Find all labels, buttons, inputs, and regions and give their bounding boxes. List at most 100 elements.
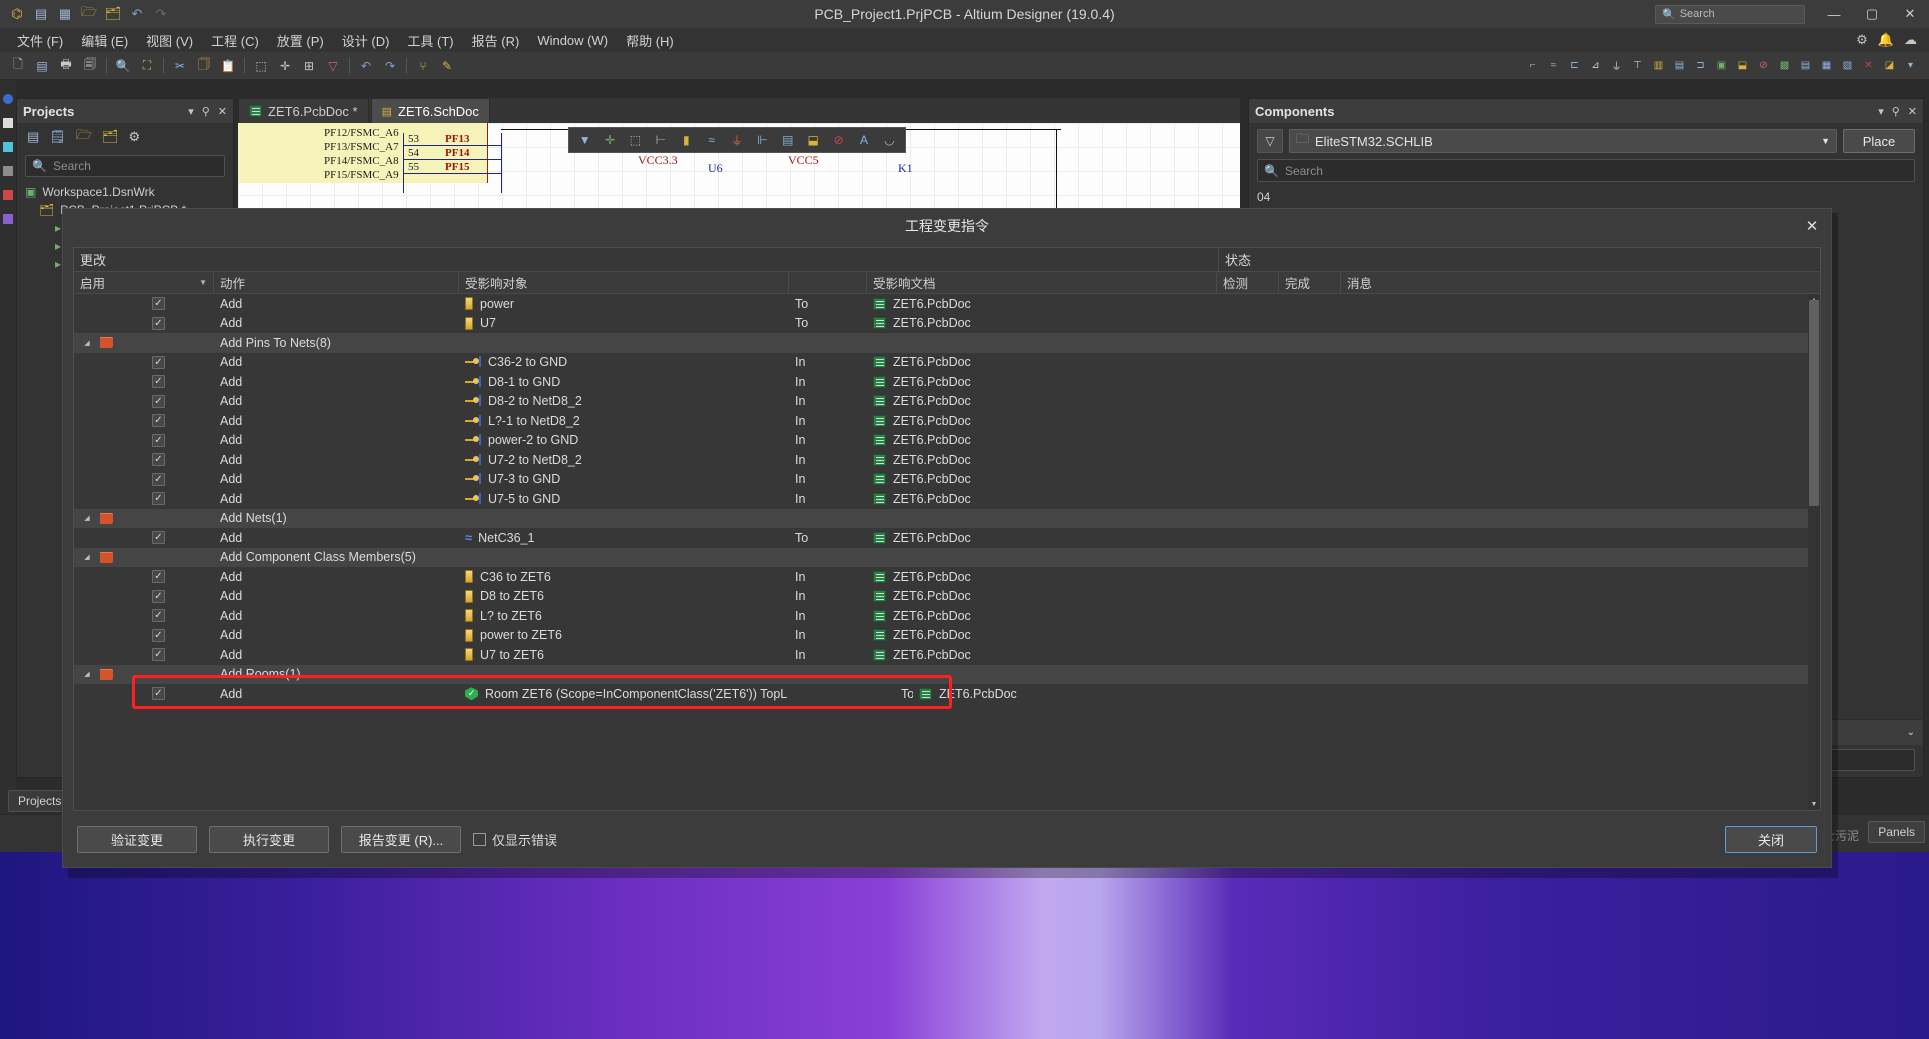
column-header-enable[interactable]: 启用 ▼ [74, 272, 214, 293]
row-checkbox[interactable]: ✓ [152, 433, 165, 447]
group-expand-cell[interactable]: ◢ [74, 548, 214, 568]
chevron-down-icon[interactable]: ⌄ [1907, 727, 1915, 738]
table-group-row[interactable]: ◢ Add Rooms(1) [74, 664, 1820, 684]
print-icon[interactable]: 🖶 [54, 55, 78, 77]
gnd-icon[interactable]: ⏚ [725, 130, 748, 150]
row-checkbox[interactable]: ✓ [152, 492, 165, 506]
close-panel-icon[interactable]: ✕ [1908, 105, 1917, 118]
compile-icon[interactable]: ▦ [1816, 56, 1837, 76]
panel-menu-icon[interactable]: ▾ [1878, 105, 1884, 118]
print-preview-icon[interactable]: 🗐 [78, 55, 102, 77]
save-project-icon[interactable]: ▤ [27, 129, 39, 145]
collapse-caret-icon[interactable]: ◢ [80, 514, 94, 522]
no-erc-icon[interactable]: ⊘ [1753, 56, 1774, 76]
row-enable-cell[interactable]: ✓ [74, 450, 214, 470]
filter-icon[interactable]: ▼ [573, 130, 596, 150]
row-enable-cell[interactable]: ✓ [74, 606, 214, 626]
table-row[interactable]: ✓ Add power to ZET6 In ZET6.PcbDoc [74, 626, 1820, 646]
dialog-close-icon[interactable]: ✕ [1801, 215, 1823, 237]
configure-project-icon[interactable]: 🗂 [102, 129, 119, 145]
row-checkbox[interactable]: ✓ [152, 570, 165, 584]
delete-icon[interactable]: ✕ [1858, 56, 1879, 76]
row-enable-cell[interactable]: ✓ [74, 587, 214, 607]
close-window-button[interactable]: ✕ [1891, 0, 1929, 28]
port-icon[interactable]: ⬓ [802, 130, 825, 150]
place-part-icon[interactable]: ▥ [1648, 56, 1669, 76]
row-enable-cell[interactable]: ✓ [74, 528, 214, 548]
row-checkbox[interactable]: ✓ [152, 355, 165, 369]
save-icon[interactable]: ▤ [30, 55, 54, 77]
minimize-button[interactable]: — [1815, 0, 1853, 28]
wire-icon[interactable]: ⌐ [1522, 56, 1543, 76]
table-row[interactable]: ✓ Add U7-2 to NetD8_2 In ZET6.PcbDoc [74, 450, 1820, 470]
column-header-affected-document[interactable]: 受影响文档 [867, 272, 1217, 293]
menu-file[interactable]: 文件 (F) [8, 29, 72, 52]
arc-icon[interactable]: ◡ [878, 130, 901, 150]
table-row[interactable]: ✓ Add D8-1 to GND In ZET6.PcbDoc [74, 372, 1820, 392]
table-row[interactable]: ✓ Add U7-3 to GND In ZET6.PcbDoc [74, 470, 1820, 490]
menu-view[interactable]: 视图 (V) [137, 29, 202, 52]
grid-rows-container[interactable]: ✓ Add power To ZET6.PcbDoc ✓ Add U7 To Z… [74, 294, 1820, 810]
save-icon[interactable]: ▤ [30, 3, 52, 25]
collapse-caret-icon[interactable]: ◢ [80, 339, 94, 347]
menu-design[interactable]: 设计 (D) [333, 29, 399, 52]
menu-window[interactable]: Window (W) [528, 31, 617, 50]
open-icon[interactable]: 🗁 [78, 3, 100, 25]
settings-gear-icon[interactable]: ⚙ [128, 129, 140, 145]
row-enable-cell[interactable]: ✓ [74, 411, 214, 431]
toolbar-dropdown-icon[interactable]: ▾ [1900, 56, 1921, 76]
table-row[interactable]: ✓ Add D8-2 to NetD8_2 In ZET6.PcbDoc [74, 392, 1820, 412]
undo-icon[interactable]: ↶ [126, 3, 148, 25]
row-checkbox[interactable]: ✓ [152, 414, 165, 428]
group-expand-cell[interactable]: ◢ [74, 509, 214, 529]
signal-harness-icon[interactable]: ⊏ [1564, 56, 1585, 76]
move-icon[interactable]: ✛ [273, 55, 297, 77]
projects-search-input[interactable]: 🔍 Search [25, 155, 225, 177]
row-checkbox[interactable]: ✓ [152, 648, 165, 662]
column-header-affected-object[interactable]: 受影响对象 [459, 272, 789, 293]
execute-changes-button[interactable]: 执行变更 [209, 825, 329, 853]
clear-filter-icon[interactable]: ▽ [321, 55, 345, 77]
altium-logo-icon[interactable]: ⌬ [6, 3, 28, 25]
column-header-done[interactable]: 完成 [1279, 272, 1341, 293]
cut-icon[interactable]: ✂ [168, 55, 192, 77]
row-checkbox[interactable]: ✓ [152, 609, 165, 623]
row-enable-cell[interactable]: ✓ [74, 431, 214, 451]
menu-edit[interactable]: 编辑 (E) [72, 29, 137, 52]
table-row[interactable]: ✓ Add power To ZET6.PcbDoc [74, 294, 1820, 314]
copy-icon[interactable]: 🗍 [192, 55, 216, 77]
column-header-message[interactable]: 消息 [1341, 272, 1820, 293]
row-checkbox[interactable]: ✓ [152, 297, 165, 311]
vcc-power-icon[interactable]: ⊤ [1627, 56, 1648, 76]
row-checkbox[interactable]: ✓ [152, 375, 165, 389]
bus-icon[interactable]: ≈ [1543, 56, 1564, 76]
row-enable-cell[interactable]: ✓ [74, 353, 214, 373]
parameter-set-icon[interactable]: ▤ [1795, 56, 1816, 76]
probe-icon[interactable]: ◪ [1879, 56, 1900, 76]
hierarchy-icon[interactable]: ⑂ [411, 55, 435, 77]
row-checkbox[interactable]: ✓ [152, 531, 165, 545]
table-row-room-highlighted[interactable]: ✓ Add ✓ Room ZET6 (Scope=InComponentClass… [74, 684, 1820, 704]
select-icon[interactable]: ⬚ [624, 130, 647, 150]
row-checkbox[interactable]: ✓ [152, 316, 165, 330]
place-button[interactable]: Place [1843, 129, 1915, 153]
grid-vertical-scrollbar[interactable]: ▲ ▼ [1808, 294, 1820, 810]
menu-reports[interactable]: 报告 (R) [463, 29, 529, 52]
gnd-power-icon[interactable]: ⏚ [1606, 56, 1627, 76]
close-panel-icon[interactable]: ✕ [218, 105, 227, 118]
pin-icon[interactable]: ⚲ [202, 105, 210, 118]
sort-caret-icon[interactable]: ▼ [199, 278, 207, 287]
components-search-input[interactable]: 🔍 Search [1257, 159, 1915, 182]
table-row[interactable]: ✓ Add L?-1 to NetD8_2 In ZET6.PcbDoc [74, 411, 1820, 431]
save-all-icon[interactable]: ▦ [54, 3, 76, 25]
open-project-icon[interactable]: 🗂 [102, 3, 124, 25]
close-dialog-button[interactable]: 关闭 [1725, 825, 1817, 853]
component-icon[interactable]: ▮ [675, 130, 698, 150]
tree-workspace[interactable]: ▣ Workspace1.DsnWrk [17, 183, 233, 201]
table-row[interactable]: ✓ Add C36-2 to GND In ZET6.PcbDoc [74, 353, 1820, 373]
panel-menu-icon[interactable]: ▾ [188, 105, 194, 118]
row-enable-cell[interactable]: ✓ [74, 626, 214, 646]
row-enable-cell[interactable]: ✓ [74, 567, 214, 587]
notifications-icon[interactable]: 🔔 [1878, 32, 1894, 48]
table-row[interactable]: ✓ Add U7 To ZET6.PcbDoc [74, 314, 1820, 334]
